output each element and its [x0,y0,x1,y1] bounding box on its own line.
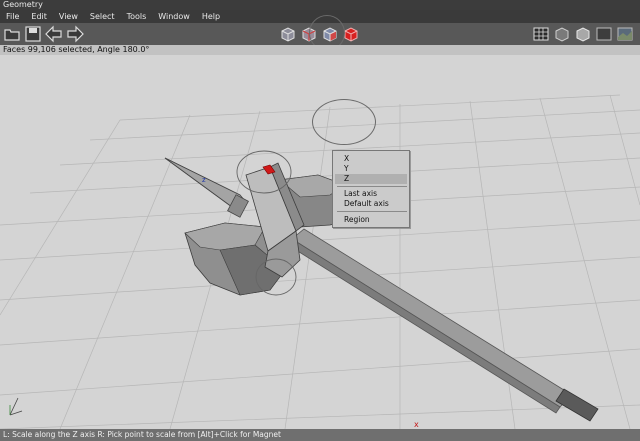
context-item-region[interactable]: Region [335,215,407,225]
menu-view[interactable]: View [53,10,84,23]
select-objects-icon[interactable] [342,25,360,43]
axis-gizmo [9,397,23,416]
menu-select[interactable]: Select [84,10,121,23]
undo-arrow-icon[interactable] [45,25,63,43]
context-item-x[interactable]: X [335,154,407,164]
shade-smooth-icon[interactable] [574,25,592,43]
context-item-z[interactable]: Z [335,174,407,184]
menu-edit[interactable]: Edit [25,10,53,23]
bottom-status-bar: L: Scale along the Z axis R: Pick point … [0,429,640,441]
menu-help[interactable]: Help [196,10,226,23]
shade-textured-icon[interactable] [616,25,634,43]
scene-canvas[interactable]: z x [0,55,640,429]
context-separator [337,186,407,187]
shade-flat-icon[interactable] [553,25,571,43]
menu-file[interactable]: File [0,10,25,23]
menu-tools[interactable]: Tools [121,10,153,23]
toolbar [0,15,640,51]
3d-viewport[interactable]: z x X Y Z Last axis Default axis Region [0,55,640,429]
context-item-last-axis[interactable]: Last axis [335,189,407,199]
open-folder-icon[interactable] [3,25,21,43]
axe-spike[interactable] [164,157,249,218]
context-item-y[interactable]: Y [335,164,407,174]
select-faces-icon[interactable] [321,25,339,43]
shade-dark-icon[interactable] [595,25,613,43]
axis-label-x: x [414,420,419,429]
axe-shaft[interactable] [287,228,599,422]
scale-axis-context-menu: X Y Z Last axis Default axis Region [332,150,410,228]
context-item-default-axis[interactable]: Default axis [335,199,407,209]
axis-label-z: z [202,176,206,184]
selection-info: Faces 99,106 selected, Angle 180.0° [0,45,640,55]
window-title: Geometry [0,0,640,10]
menu-bar: File Edit View Select Tools Window Help [0,10,640,23]
select-edges-icon[interactable] [300,25,318,43]
grid-view-icon[interactable] [532,25,550,43]
redo-arrow-icon[interactable] [66,25,84,43]
menu-window[interactable]: Window [152,10,196,23]
select-vertices-icon[interactable] [279,25,297,43]
save-disk-icon[interactable] [24,25,42,43]
context-separator-2 [337,211,407,212]
